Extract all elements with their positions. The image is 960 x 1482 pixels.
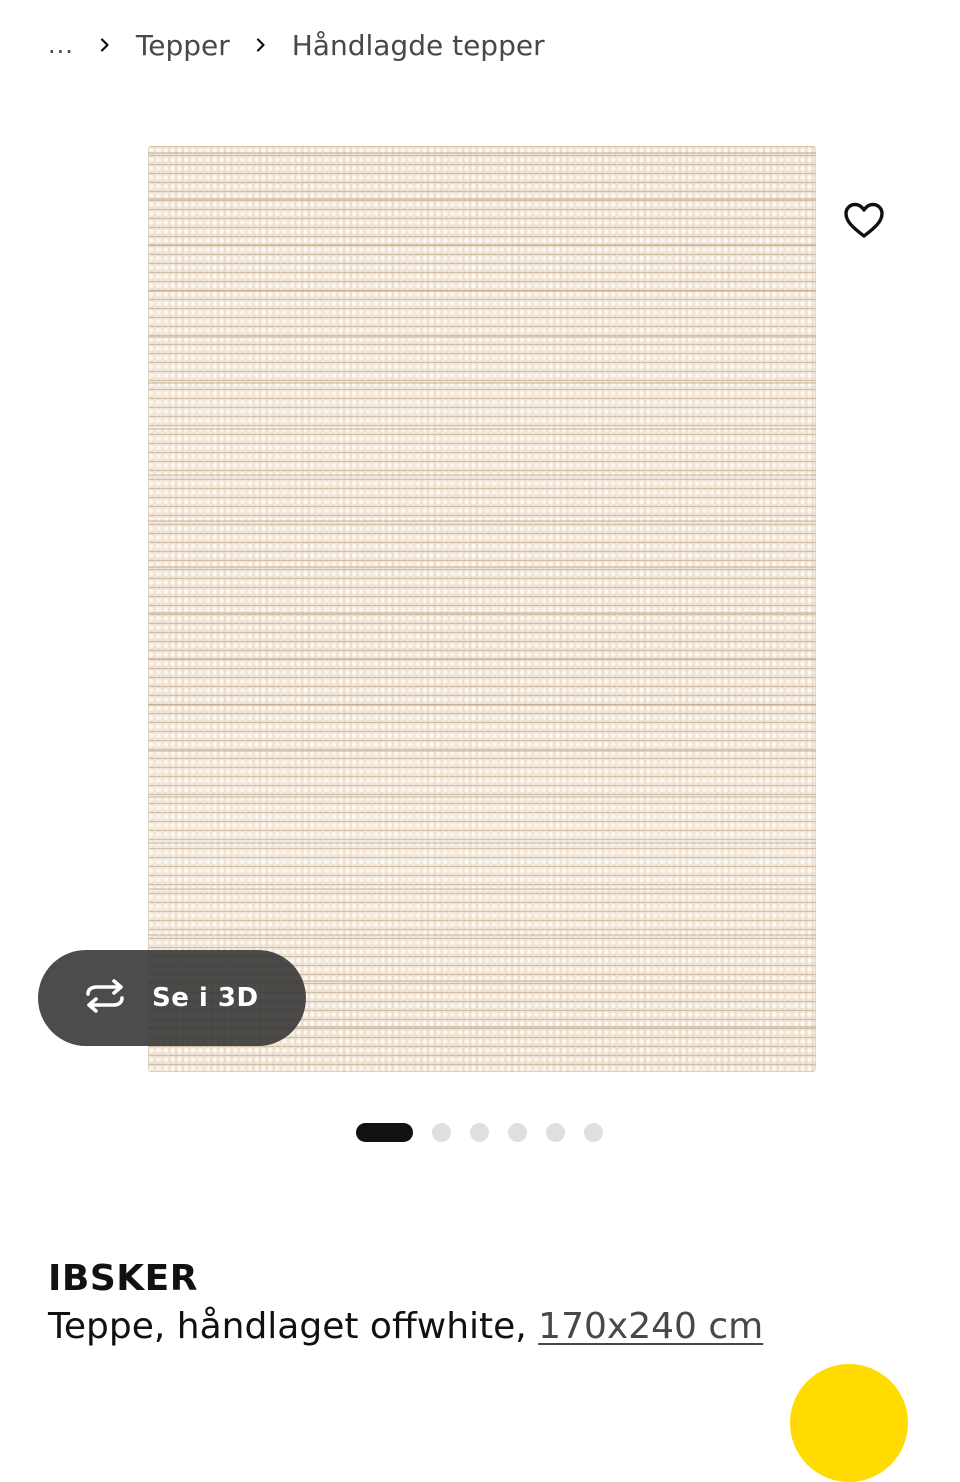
- product-name: IBSKER: [48, 1258, 198, 1299]
- rotate-arrows-icon: [80, 978, 152, 1018]
- image-pager: [356, 1122, 603, 1142]
- heart-outline-icon: [842, 199, 886, 246]
- view-in-3d-button[interactable]: Se i 3D: [38, 950, 306, 1046]
- pager-dot-active[interactable]: [356, 1122, 413, 1142]
- pager-dot[interactable]: [432, 1122, 451, 1142]
- pager-dot[interactable]: [546, 1122, 565, 1142]
- product-type-text: Teppe, håndlaget offwhite,: [48, 1306, 539, 1347]
- product-size-link[interactable]: 170x240 cm: [538, 1306, 763, 1347]
- product-image[interactable]: [148, 146, 816, 1072]
- view-in-3d-label: Se i 3D: [152, 983, 259, 1013]
- chevron-right-icon: [96, 36, 114, 54]
- breadcrumb-link-handlagde-tepper[interactable]: Håndlagde tepper: [292, 29, 545, 62]
- breadcrumb-ellipsis[interactable]: ...: [48, 31, 74, 59]
- chevron-right-icon: [252, 36, 270, 54]
- pager-dot[interactable]: [584, 1122, 603, 1142]
- pager-dot[interactable]: [470, 1122, 489, 1142]
- add-to-favorites-button[interactable]: [836, 194, 892, 250]
- product-description: Teppe, håndlaget offwhite, 170x240 cm: [48, 1306, 763, 1347]
- product-image-gallery: Se i 3D: [0, 110, 960, 1090]
- breadcrumb: ... Tepper Håndlagde tepper: [48, 24, 545, 66]
- breadcrumb-link-tepper[interactable]: Tepper: [136, 29, 230, 62]
- floating-action-button[interactable]: [790, 1364, 908, 1482]
- pager-dot[interactable]: [508, 1122, 527, 1142]
